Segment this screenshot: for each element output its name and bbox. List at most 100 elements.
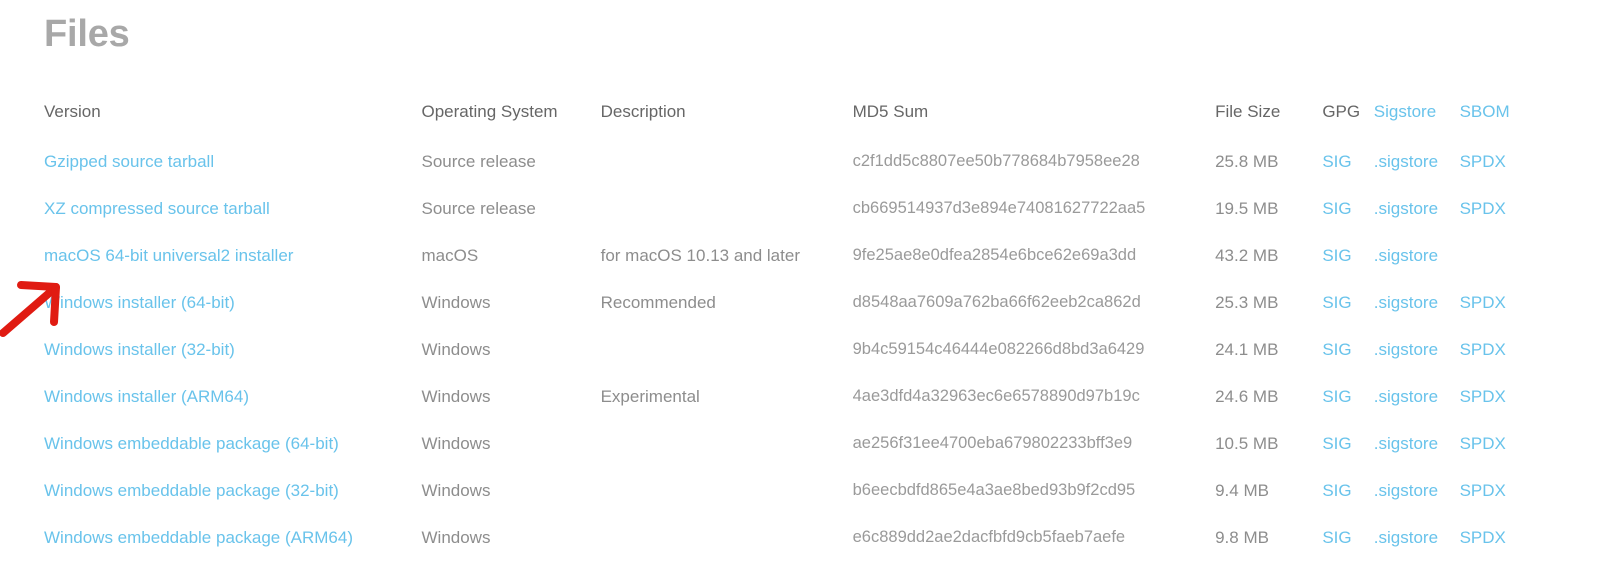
cell-version-link[interactable]: XZ compressed source tarball (44, 199, 270, 218)
cell-sbom-link[interactable]: SPDX (1460, 152, 1506, 171)
cell-gpg-link[interactable]: SIG (1322, 481, 1351, 500)
cell-sbom-link[interactable]: SPDX (1460, 481, 1506, 500)
cell-operating-system: Source release (421, 152, 536, 171)
cell-operating-system: Windows (421, 293, 491, 312)
table-row: Windows installer (ARM64) Windows Experime… (44, 387, 1524, 434)
cell-version-link[interactable]: Windows embeddable package (64-bit) (44, 434, 339, 453)
table-row: Windows embeddable package (64-bit) Windo… (44, 434, 1524, 481)
cell-md5-sum: 9fe25ae8e0dfea2854e6bce62e69a3dd (852, 246, 1137, 264)
cell-sbom: SPDX (1460, 152, 1524, 199)
cell-gpg: SIG (1322, 481, 1373, 528)
cell-version-link[interactable]: Windows embeddable package (32-bit) (44, 481, 339, 500)
cell-gpg-link[interactable]: SIG (1322, 387, 1351, 406)
cell-gpg-link[interactable]: SIG (1322, 199, 1351, 218)
cell-version: Windows installer (ARM64) (44, 387, 422, 434)
cell-sbom: SPDX (1460, 481, 1524, 528)
cell-file-size: 25.8 MB (1215, 152, 1279, 171)
cell-version-link[interactable]: Windows installer (64-bit) (44, 293, 235, 312)
cell-sigstore: .sigstore (1374, 246, 1460, 293)
cell-description (601, 434, 853, 481)
cell-md5-sum: 4ae3dfd4a32963ec6e6578890d97b19c (852, 387, 1140, 405)
column-header-gpg: GPG (1322, 102, 1361, 121)
cell-md5-sum: 9b4c59154c46444e082266d8bd3a6429 (852, 340, 1145, 358)
cell-version: Windows embeddable package (ARM64) (44, 528, 422, 575)
column-header-sigstore[interactable]: Sigstore (1374, 102, 1460, 152)
cell-gpg-link[interactable]: SIG (1322, 528, 1351, 547)
cell-sbom: SPDX (1460, 199, 1524, 246)
cell-description (601, 528, 853, 575)
cell-sbom (1460, 246, 1524, 293)
table-header-row: Version Operating System Description MD5… (44, 102, 1524, 152)
cell-version: Gzipped source tarball (44, 152, 422, 199)
cell-sbom-link[interactable]: SPDX (1460, 293, 1506, 312)
cell-sigstore: .sigstore (1374, 340, 1460, 387)
cell-md5-sum: c2f1dd5c8807ee50b778684b7958ee28 (852, 152, 1140, 170)
cell-sigstore-link[interactable]: .sigstore (1374, 387, 1438, 406)
cell-operating-system: Windows (421, 387, 491, 406)
cell-sigstore-link[interactable]: .sigstore (1374, 434, 1438, 453)
cell-gpg: SIG (1322, 387, 1373, 434)
cell-sigstore-link[interactable]: .sigstore (1374, 199, 1438, 218)
cell-gpg: SIG (1322, 199, 1373, 246)
cell-sbom: SPDX (1460, 340, 1524, 387)
cell-file-size: 19.5 MB (1215, 199, 1279, 218)
cell-gpg-link[interactable]: SIG (1322, 293, 1351, 312)
cell-md5-sum: ae256f31ee4700eba679802233bff3e9 (852, 434, 1133, 452)
files-table: Version Operating System Description MD5… (44, 102, 1524, 575)
cell-gpg: SIG (1322, 246, 1373, 293)
cell-sbom-link[interactable]: SPDX (1460, 528, 1506, 547)
cell-version: Windows installer (64-bit) (44, 293, 422, 340)
cell-sigstore-link[interactable]: .sigstore (1374, 152, 1438, 171)
cell-sigstore-link[interactable]: .sigstore (1374, 293, 1438, 312)
cell-operating-system: Windows (421, 340, 491, 359)
cell-sigstore: .sigstore (1374, 387, 1460, 434)
cell-description (601, 152, 853, 199)
cell-version-link[interactable]: macOS 64-bit universal2 installer (44, 246, 293, 265)
cell-version-link[interactable]: Gzipped source tarball (44, 152, 214, 171)
cell-description: Recommended (600, 293, 716, 312)
cell-version-link[interactable]: Windows installer (32-bit) (44, 340, 235, 359)
cell-version: XZ compressed source tarball (44, 199, 422, 246)
cell-sigstore-link[interactable]: .sigstore (1374, 481, 1438, 500)
cell-md5-sum: b6eecbdfd865e4a3ae8bed93b9f2cd95 (852, 481, 1136, 499)
cell-version: Windows installer (32-bit) (44, 340, 422, 387)
cell-sigstore-link[interactable]: .sigstore (1374, 340, 1438, 359)
cell-file-size: 10.5 MB (1215, 434, 1279, 453)
cell-version: Windows embeddable package (32-bit) (44, 481, 422, 528)
cell-gpg-link[interactable]: SIG (1322, 246, 1351, 265)
table-row: Windows embeddable package (32-bit) Windo… (44, 481, 1524, 528)
cell-file-size: 43.2 MB (1215, 246, 1279, 265)
table-row: Windows installer (32-bit) Windows 9b4c591… (44, 340, 1524, 387)
cell-description (601, 340, 853, 387)
cell-description (601, 199, 853, 246)
cell-gpg-link[interactable]: SIG (1322, 152, 1351, 171)
cell-gpg: SIG (1322, 152, 1373, 199)
cell-file-size: 9.4 MB (1215, 481, 1269, 500)
table-row: XZ compressed source tarball Source relea… (44, 199, 1524, 246)
cell-sbom: SPDX (1460, 434, 1524, 481)
cell-description: Experimental (600, 387, 700, 406)
cell-description: for macOS 10.13 and later (600, 246, 800, 265)
cell-sigstore: .sigstore (1374, 199, 1460, 246)
column-header-version: Version (44, 102, 101, 121)
cell-md5-sum: d8548aa7609a762ba66f62eeb2ca862d (852, 293, 1141, 311)
cell-gpg-link[interactable]: SIG (1322, 434, 1351, 453)
cell-sigstore-link[interactable]: .sigstore (1374, 528, 1438, 547)
cell-sbom-link[interactable]: SPDX (1460, 199, 1506, 218)
files-table-header: Version Operating System Description MD5… (44, 102, 1524, 152)
table-row: macOS 64-bit universal2 installer macOS fo… (44, 246, 1524, 293)
cell-gpg-link[interactable]: SIG (1322, 340, 1351, 359)
cell-md5-sum: e6c889dd2ae2dacfbfd9cb5faeb7aefe (852, 528, 1126, 546)
files-table-body: Gzipped source tarball Source release c2f1… (44, 152, 1524, 575)
cell-md5-sum: cb669514937d3e894e74081627722aa5 (852, 199, 1146, 217)
cell-sbom-link[interactable]: SPDX (1460, 387, 1506, 406)
cell-gpg: SIG (1322, 528, 1373, 575)
cell-sbom-link[interactable]: SPDX (1460, 340, 1506, 359)
cell-gpg: SIG (1322, 340, 1373, 387)
cell-version-link[interactable]: Windows installer (ARM64) (44, 387, 249, 406)
cell-sigstore: .sigstore (1374, 481, 1460, 528)
cell-sbom-link[interactable]: SPDX (1460, 434, 1506, 453)
column-header-sbom[interactable]: SBOM (1460, 102, 1524, 152)
cell-version-link[interactable]: Windows embeddable package (ARM64) (44, 528, 353, 547)
cell-sigstore-link[interactable]: .sigstore (1374, 246, 1438, 265)
